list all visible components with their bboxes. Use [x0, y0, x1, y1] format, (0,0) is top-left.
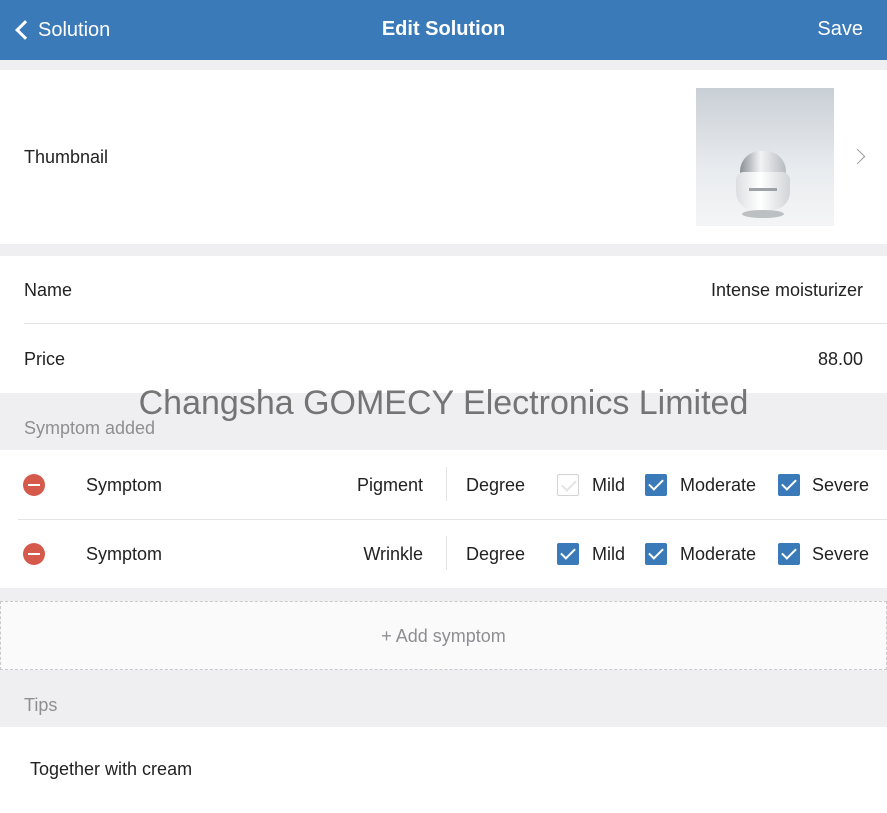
tips-text[interactable]: Together with cream [30, 759, 192, 780]
symptom-name[interactable]: Pigment [357, 475, 423, 496]
jar-label [749, 188, 777, 191]
price-label: Price [24, 349, 66, 369]
name-label: Name [24, 280, 73, 300]
page-title: Edit Solution [381, 18, 506, 40]
thumbnail-image[interactable] [696, 88, 834, 226]
degree-label: Degree [466, 544, 526, 564]
symptom-label: Symptom [86, 544, 163, 564]
severe-label: Severe [812, 475, 870, 495]
add-symptom-button[interactable]: + Add symptom [0, 601, 887, 670]
moderate-label: Moderate [680, 544, 757, 564]
symptom-section-header: Symptom added [0, 393, 887, 450]
jar-shadow [742, 210, 784, 218]
degree-label: Degree [466, 475, 526, 495]
price-value[interactable]: 88.00 [818, 349, 863, 370]
moderate-checkbox[interactable] [645, 474, 667, 496]
severe-checkbox[interactable] [778, 474, 800, 496]
mild-checkbox[interactable] [557, 543, 579, 565]
remove-icon[interactable] [23, 543, 45, 565]
row-separator [446, 536, 447, 570]
remove-icon[interactable] [23, 474, 45, 496]
symptom-header-label: Symptom added [24, 418, 156, 438]
name-row[interactable]: Name Intense moisturizer [0, 256, 887, 324]
jar-body [736, 172, 790, 210]
thumbnail-label: Thumbnail [24, 147, 109, 167]
section-gap [0, 244, 887, 256]
symptom-row: Symptom Wrinkle Degree Mild Moderate Sev… [0, 520, 887, 588]
tips-header-label: Tips [24, 695, 58, 715]
mild-label: Mild [592, 475, 626, 495]
mild-label: Mild [592, 544, 626, 564]
section-gap [0, 588, 887, 601]
price-row[interactable]: Price 88.00 [0, 324, 887, 393]
row-separator [446, 467, 447, 501]
add-symptom-label: + Add symptom [381, 626, 506, 646]
save-button[interactable]: Save [817, 18, 863, 41]
mild-checkbox[interactable] [557, 474, 579, 496]
symptom-row: Symptom Pigment Degree Mild Moderate Sev… [0, 450, 887, 519]
severe-checkbox[interactable] [778, 543, 800, 565]
symptom-label: Symptom [86, 475, 163, 495]
nav-bar: Solution Edit Solution Save [0, 0, 887, 60]
moderate-label: Moderate [680, 475, 757, 495]
name-value[interactable]: Intense moisturizer [711, 280, 863, 301]
section-gap [0, 60, 887, 70]
moderate-checkbox[interactable] [645, 543, 667, 565]
tips-section-header: Tips [0, 670, 887, 727]
symptom-name[interactable]: Wrinkle [363, 544, 423, 565]
severe-label: Severe [812, 544, 870, 564]
